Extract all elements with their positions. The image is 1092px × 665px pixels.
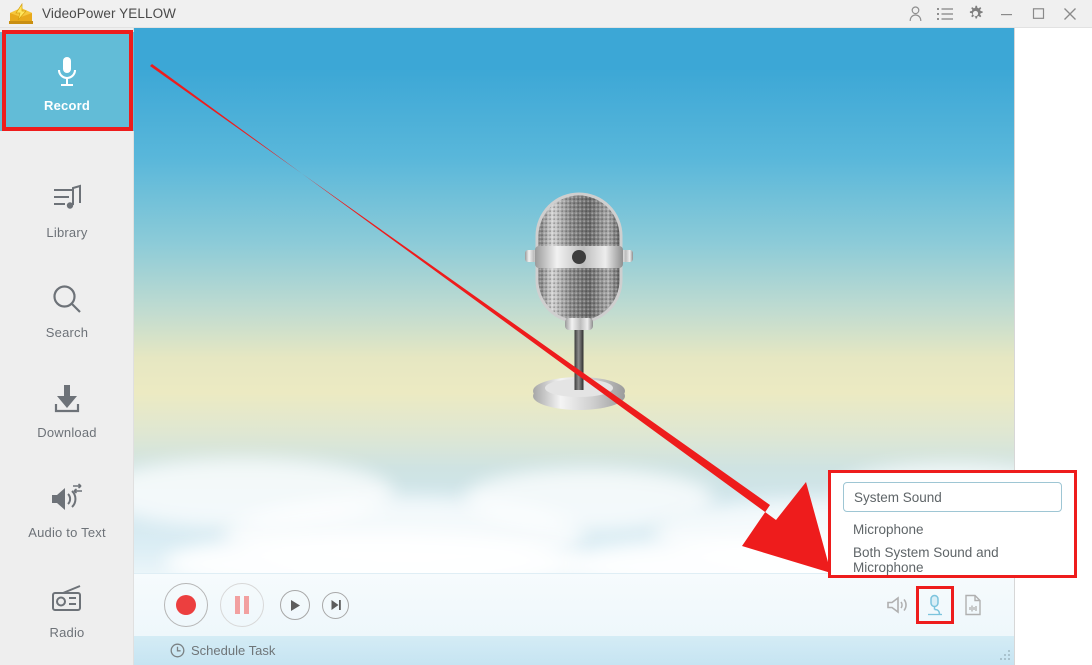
maximize-button[interactable] [1022,0,1054,28]
minimize-button[interactable] [990,0,1022,28]
pause-button[interactable] [220,583,264,627]
close-button[interactable] [1054,0,1086,28]
sidebar-item-audio-to-text[interactable]: Audio to Text [0,468,134,548]
recording-source-button[interactable] [916,586,954,624]
gear-icon[interactable] [960,0,990,28]
pause-icon [235,596,249,614]
speaker-convert-icon [49,477,85,521]
dropdown-option-label: System Sound [854,489,942,505]
application-window: VideoPower YELLOW Record Library Search … [0,0,1092,665]
source-button-highlight [916,586,954,624]
audio-source-dropdown: System Sound Microphone Both System Soun… [828,470,1077,578]
dropdown-option-both[interactable]: Both System Sound and Microphone [843,545,1062,575]
play-button[interactable] [280,590,310,620]
record-button[interactable] [164,583,208,627]
speaker-button[interactable] [882,590,912,620]
magnifier-icon [51,277,83,321]
schedule-task-button[interactable]: Schedule Task [170,643,275,658]
sidebar-item-radio[interactable]: Radio [0,568,134,648]
dropdown-option-label: Both System Sound and Microphone [853,545,999,575]
download-icon [51,377,83,421]
next-icon [331,600,341,610]
app-logo-icon [6,2,36,25]
window-title: VideoPower YELLOW [42,6,177,21]
sidebar-item-label: Search [45,324,89,340]
sidebar-item-search[interactable]: Search [0,268,134,348]
schedule-task-label: Schedule Task [191,643,276,658]
radio-icon [49,577,85,621]
microphone-icon [53,50,81,94]
record-dot-icon [176,595,196,615]
clock-icon [170,643,185,658]
account-icon[interactable] [900,0,930,28]
play-icon [291,599,300,611]
playback-control-bar [134,573,1014,636]
resize-grip[interactable] [996,647,1012,663]
sidebar-item-label: Download [37,424,97,440]
title-bar: VideoPower YELLOW [0,0,1092,28]
sidebar-item-label: Library [46,224,88,240]
music-list-icon [51,177,83,221]
dropdown-option-label: Microphone [853,521,924,537]
sidebar-item-label: Audio to Text [28,524,106,540]
sidebar-item-label: Radio [49,624,85,640]
microphone-artwork [519,188,639,428]
dropdown-option-microphone[interactable]: Microphone [843,515,1062,543]
sidebar-item-library[interactable]: Library [0,168,134,248]
sidebar-item-download[interactable]: Download [0,368,134,448]
status-bar: Schedule Task [134,636,1014,665]
sidebar-navigation: Record Library Search Download Audio to … [0,28,134,665]
sidebar-item-label: Record [44,98,90,113]
next-button[interactable] [322,591,349,619]
list-icon[interactable] [930,0,960,28]
sidebar-item-record[interactable]: Record [0,32,134,131]
dropdown-option-system-sound[interactable]: System Sound [843,482,1062,512]
export-file-button[interactable] [958,590,988,620]
